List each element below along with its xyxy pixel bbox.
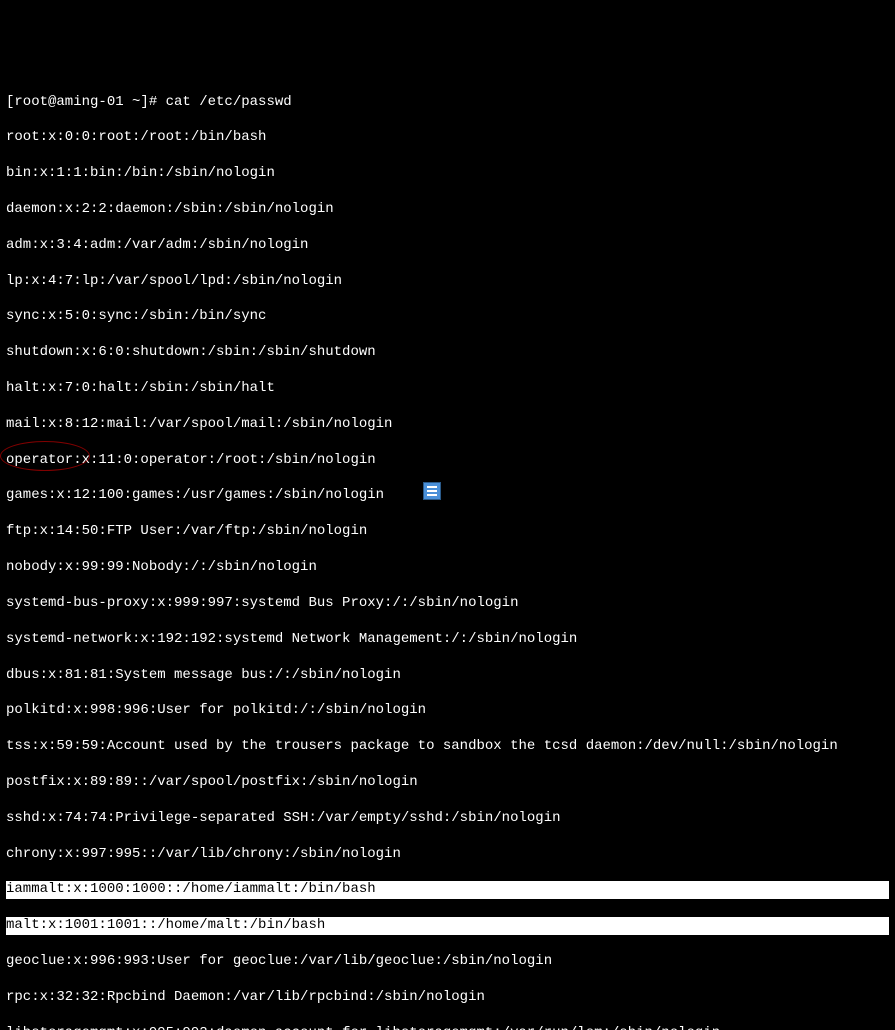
output-line: libstoragemgmt:x:995:992:daemon account … [6,1025,889,1030]
output-line: systemd-bus-proxy:x:999:997:systemd Bus … [6,595,889,613]
output-line: halt:x:7:0:halt:/sbin:/sbin/halt [6,380,889,398]
output-line: ftp:x:14:50:FTP User:/var/ftp:/sbin/nolo… [6,523,889,541]
output-line: tss:x:59:59:Account used by the trousers… [6,738,889,756]
terminal-output: [root@aming-01 ~]# cat /etc/passwd root:… [6,76,889,1030]
output-line: daemon:x:2:2:daemon:/sbin:/sbin/nologin [6,201,889,219]
prompt-line[interactable]: [root@aming-01 ~]# cat /etc/passwd [6,94,889,112]
output-line: sshd:x:74:74:Privilege-separated SSH:/va… [6,810,889,828]
output-line: root:x:0:0:root:/root:/bin/bash [6,129,889,147]
output-line: rpc:x:32:32:Rpcbind Daemon:/var/lib/rpcb… [6,989,889,1007]
output-line: adm:x:3:4:adm:/var/adm:/sbin/nologin [6,237,889,255]
output-line: postfix:x:89:89::/var/spool/postfix:/sbi… [6,774,889,792]
output-line: games:x:12:100:games:/usr/games:/sbin/no… [6,487,889,505]
output-line: systemd-network:x:192:192:systemd Networ… [6,631,889,649]
output-line: polkitd:x:998:996:User for polkitd:/:/sb… [6,702,889,720]
output-line: nobody:x:99:99:Nobody:/:/sbin/nologin [6,559,889,577]
output-line: dbus:x:81:81:System message bus:/:/sbin/… [6,667,889,685]
output-line: operator:x:11:0:operator:/root:/sbin/nol… [6,452,889,470]
output-line: mail:x:8:12:mail:/var/spool/mail:/sbin/n… [6,416,889,434]
output-line: chrony:x:997:995::/var/lib/chrony:/sbin/… [6,846,889,864]
output-line: lp:x:4:7:lp:/var/spool/lpd:/sbin/nologin [6,273,889,291]
highlighted-line: malt:x:1001:1001::/home/malt:/bin/bash [6,917,889,935]
output-line: bin:x:1:1:bin:/bin:/sbin/nologin [6,165,889,183]
output-line: sync:x:5:0:sync:/sbin:/bin/sync [6,308,889,326]
output-line: shutdown:x:6:0:shutdown:/sbin:/sbin/shut… [6,344,889,362]
output-line: geoclue:x:996:993:User for geoclue:/var/… [6,953,889,971]
highlighted-line: iammalt:x:1000:1000::/home/iammalt:/bin/… [6,881,889,899]
